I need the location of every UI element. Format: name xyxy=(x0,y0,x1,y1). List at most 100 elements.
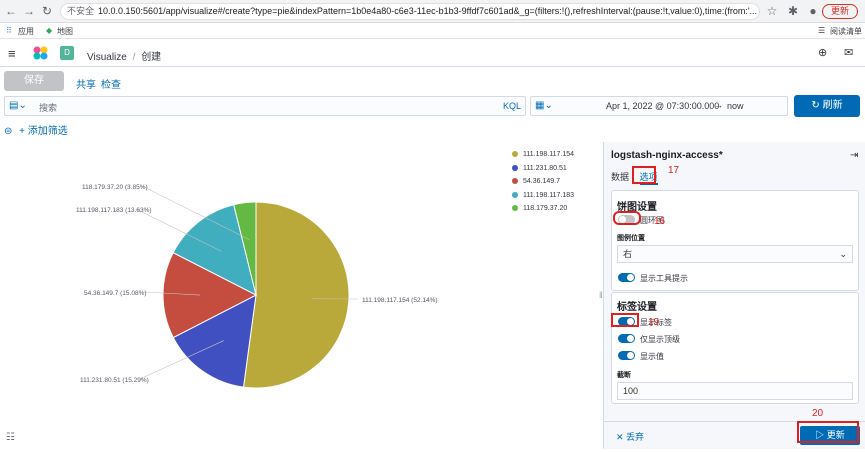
breadcrumb-create: 创建 xyxy=(141,52,161,63)
date-arrow-icon: → xyxy=(714,100,723,110)
tooltip-toggle[interactable] xyxy=(618,273,635,282)
inspect-link[interactable]: 检查 xyxy=(101,76,121,91)
kql-toggle[interactable]: KQL xyxy=(503,101,521,111)
kibana-logo[interactable] xyxy=(33,45,48,63)
back-icon[interactable]: ← xyxy=(4,4,18,18)
legend-label: 111.198.117.183 xyxy=(523,192,574,199)
legend-item[interactable]: 111.198.117.183 xyxy=(512,189,574,203)
pie-slice-label: 118.179.37.20 (3.85%) xyxy=(82,184,148,191)
discard-label: 丢弃 xyxy=(626,432,644,442)
legend-dot-icon xyxy=(512,205,518,211)
legend-dot-icon xyxy=(512,151,518,157)
label-settings-title: 标签设置 xyxy=(617,298,657,313)
legend-item[interactable]: 118.179.37.20 xyxy=(512,202,574,216)
url-text: 10.0.0.150:5601/app/visualize#/create?ty… xyxy=(98,6,757,16)
help-icon[interactable]: ⊕ xyxy=(818,46,827,59)
browser-update-button[interactable]: 更新 xyxy=(822,4,858,19)
legend-toggle-icon[interactable]: ☷ xyxy=(6,432,15,443)
show-values-toggle[interactable] xyxy=(618,351,635,360)
saved-query-icon[interactable]: ▤⌄ xyxy=(9,100,27,111)
legend-dot-icon xyxy=(512,165,518,171)
legend-position-value: 右 xyxy=(623,249,632,259)
query-bar: ▤⌄ 搜索 KQL xyxy=(4,96,526,116)
add-filter-button[interactable]: + 添加筛选 xyxy=(19,126,68,137)
date-end[interactable]: now xyxy=(727,101,744,111)
refresh-label: 刷新 xyxy=(823,100,843,111)
legend-label: 111.198.117.154 xyxy=(523,151,574,158)
filter-row: ⊜ + 添加筛选 xyxy=(4,122,68,136)
chart-legend: 111.198.117.154 111.231.80.51 54.36.149.7 1… xyxy=(512,148,574,216)
index-pattern-title: logstash-nginx-access* xyxy=(611,150,723,161)
refresh-button[interactable]: ↻ 刷新 xyxy=(794,95,860,117)
date-picker: ▦⌄ Apr 1, 2022 @ 07:30:00.000 → now xyxy=(530,96,788,116)
legend-item[interactable]: 111.198.117.154 xyxy=(512,148,574,162)
menu-icon[interactable]: ≡ xyxy=(8,46,16,61)
mail-icon[interactable]: ✉ xyxy=(844,46,853,59)
annotation-box-16 xyxy=(613,211,641,225)
kibana-header: ≡ D Visualize / 创建 ⊕ ✉ xyxy=(0,40,865,67)
editor-panel: logstash-nginx-access* ⇥ 数据 选项 17 饼图设置 圆… xyxy=(603,142,865,449)
annotation-box-20 xyxy=(797,421,859,443)
legend-label: 111.231.80.51 xyxy=(523,165,567,172)
legend-position-select[interactable]: 右 ⌄ xyxy=(617,245,853,263)
extensions-icon[interactable]: ✱ xyxy=(786,4,800,18)
date-start[interactable]: Apr 1, 2022 @ 07:30:00.000 xyxy=(606,101,719,111)
share-link[interactable]: 共享 xyxy=(76,76,96,91)
label-settings-card: 标签设置 显示标签 仅显示顶级 显示值 截断 100 xyxy=(611,292,859,404)
search-input[interactable]: 搜索 xyxy=(39,101,57,114)
annotation-19: 19 xyxy=(648,317,659,328)
browser-toolbar: ← → ↻ 不安全 10.0.0.150:5601/app/visualize#/… xyxy=(0,0,865,23)
truncate-label: 截断 xyxy=(617,370,631,380)
legend-label: 118.179.37.20 xyxy=(523,205,567,212)
space-avatar[interactable]: D xyxy=(60,46,74,60)
tooltip-label: 显示工具提示 xyxy=(640,273,688,284)
breadcrumb: Visualize / 创建 xyxy=(87,48,161,63)
legend-dot-icon xyxy=(512,192,518,198)
insecure-label: 不安全 xyxy=(67,6,94,16)
pie-settings-card: 饼图设置 圆环图 图例位置 右 ⌄ 显示工具提示 xyxy=(611,190,859,291)
legend-label: 54.36.149.7 xyxy=(523,178,560,185)
top-nav: 保存 共享 检查 xyxy=(0,68,865,94)
bookmark-reading-list[interactable]: 阅读清单 xyxy=(830,26,862,37)
pie-slice[interactable] xyxy=(244,202,349,388)
chart-area: 111.198.117.154 (52.14%) 111.231.80.51 (1… xyxy=(0,142,598,449)
top-level-toggle[interactable] xyxy=(618,334,635,343)
save-button[interactable]: 保存 xyxy=(4,71,64,91)
bookmarks-bar: ⠿ 应用 ◆ 地图 ☰ 阅读清单 xyxy=(0,23,865,39)
legend-dot-icon xyxy=(512,178,518,184)
star-icon[interactable]: ☆ xyxy=(765,4,779,18)
truncate-input[interactable]: 100 xyxy=(617,382,853,400)
tab-data[interactable]: 数据 xyxy=(611,170,629,183)
discard-button[interactable]: ✕ 丢弃 xyxy=(616,430,644,443)
pie-slice-label: 111.231.80.51 (15.29%) xyxy=(80,377,149,384)
show-values-label: 显示值 xyxy=(640,351,664,362)
pie-chart: 111.198.117.154 (52.14%) 111.231.80.51 (1… xyxy=(0,142,598,449)
forward-icon[interactable]: → xyxy=(22,4,36,18)
pie-slice-label: 111.198.117.183 (13.63%) xyxy=(76,207,152,214)
legend-item[interactable]: 111.231.80.51 xyxy=(512,162,574,176)
annotation-17: 17 xyxy=(668,165,679,176)
annotation-box-19 xyxy=(611,313,639,327)
legend-item[interactable]: 54.36.149.7 xyxy=(512,175,574,189)
annotation-20: 20 xyxy=(812,408,823,419)
pie-slice-label: 111.198.117.154 (52.14%) xyxy=(362,297,438,304)
calendar-icon[interactable]: ▦⌄ xyxy=(535,100,553,111)
chevron-down-icon: ⌄ xyxy=(839,246,847,262)
breadcrumb-visualize[interactable]: Visualize xyxy=(87,52,127,63)
reload-icon[interactable]: ↻ xyxy=(40,4,54,18)
filter-options-icon[interactable]: ⊜ xyxy=(4,126,12,137)
profile-icon[interactable]: ● xyxy=(806,4,820,18)
refresh-icon: ↻ xyxy=(811,100,822,111)
pie-slice-label: 54.36.149.7 (15.08%) xyxy=(84,290,147,297)
address-bar[interactable]: 不安全 10.0.0.150:5601/app/visualize#/create… xyxy=(60,3,760,20)
annotation-16: 16 xyxy=(654,216,665,227)
collapse-icon[interactable]: ⇥ xyxy=(850,150,858,161)
bookmark-apps[interactable]: 应用 xyxy=(18,26,34,37)
maps-icon: ◆ xyxy=(46,26,52,35)
bookmark-maps[interactable]: 地图 xyxy=(57,26,73,37)
top-level-label: 仅显示顶级 xyxy=(640,334,680,345)
apps-icon[interactable]: ⠿ xyxy=(6,26,12,35)
reading-list-icon: ☰ xyxy=(818,26,825,35)
legend-position-label: 图例位置 xyxy=(617,233,645,243)
annotation-box-17 xyxy=(632,166,656,184)
